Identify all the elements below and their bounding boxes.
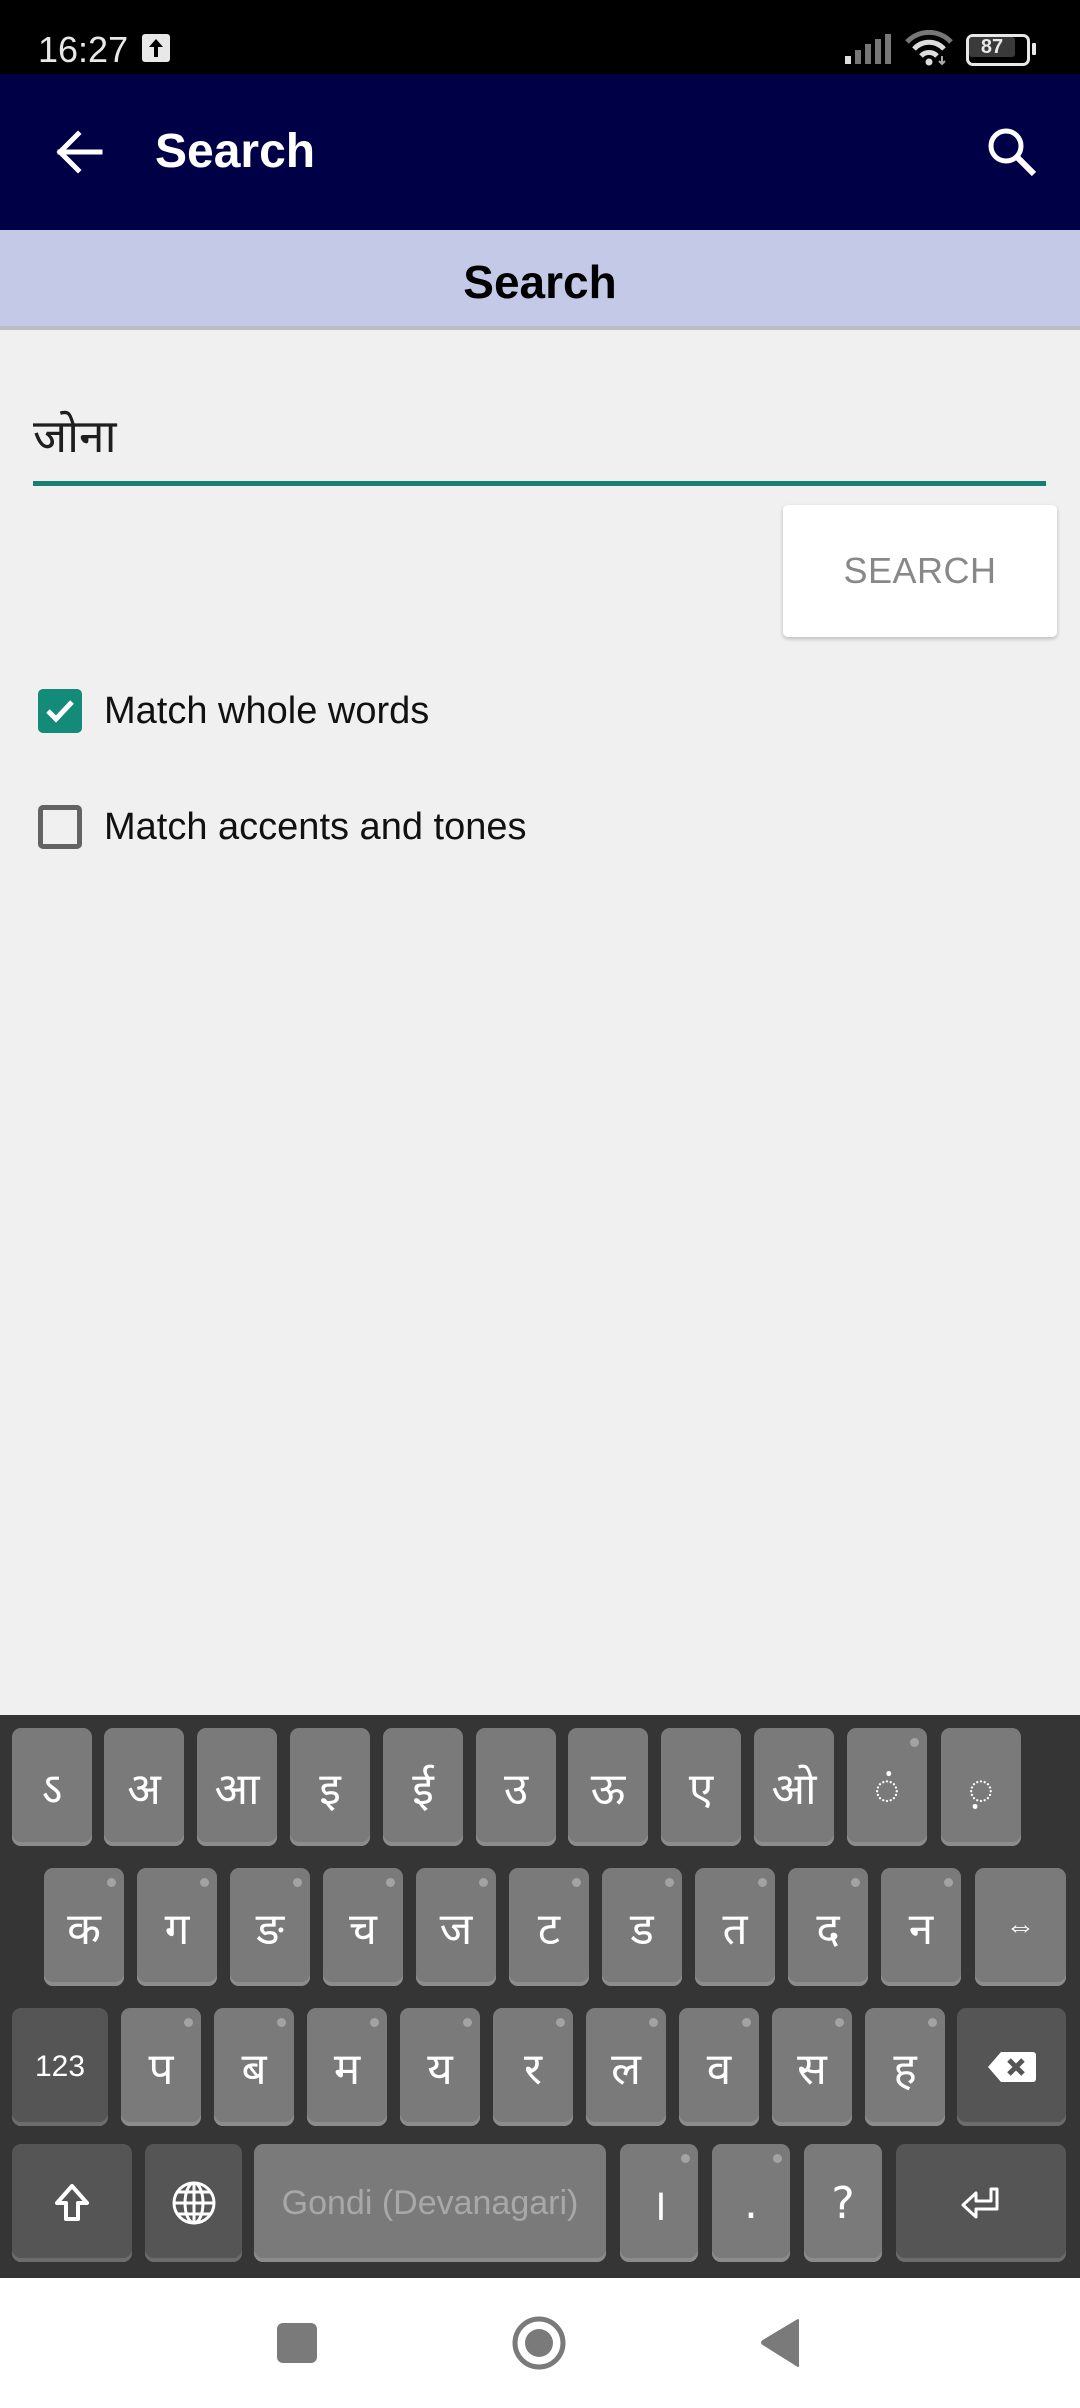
key[interactable]: क [44,1868,124,1986]
match-whole-words-checkbox[interactable] [38,689,82,733]
space-bar[interactable]: Gondi (Devanagari) [254,2144,606,2262]
key[interactable]: स [772,2008,852,2126]
app-title: Search [155,125,316,178]
shift-key[interactable] [12,2144,132,2262]
key[interactable]: ई [383,1728,463,1846]
key-zwj[interactable]: ⇔ [975,1868,1066,1986]
key[interactable]: ए [661,1728,741,1846]
battery-level: 87 [969,37,1015,57]
key[interactable]: ब [214,2008,294,2126]
key[interactable]: व [679,2008,759,2126]
key[interactable]: इ [290,1728,370,1846]
key[interactable]: त [695,1868,775,1986]
match-accents-option[interactable]: Match accents and tones [38,797,526,857]
key[interactable]: ऽ [12,1728,92,1846]
back-triangle-icon[interactable] [760,2318,800,2368]
key[interactable]: र [493,2008,573,2126]
key[interactable]: ङ [230,1868,310,1986]
search-button[interactable]: SEARCH [783,505,1057,637]
wifi-icon [904,29,954,66]
key[interactable]: आ [197,1728,277,1846]
key[interactable]: प [121,2008,201,2126]
backspace-icon [987,2052,1036,2082]
key[interactable]: ज [416,1868,496,1986]
key[interactable]: अ [104,1728,184,1846]
status-time: 16:27 [38,29,129,70]
key[interactable]: ट [509,1868,589,1986]
key[interactable]: च [323,1868,403,1986]
enter-icon [961,2187,999,2219]
recents-square-icon[interactable] [277,2323,317,2363]
question-key[interactable]: ? [804,2144,882,2262]
key[interactable]: न [881,1868,961,1986]
input-underline [33,481,1046,486]
key[interactable]: द [788,1868,868,1986]
language-key[interactable] [145,2144,242,2262]
battery-icon: 87 [966,34,1036,66]
match-whole-words-option[interactable]: Match whole words [38,681,429,741]
soft-keyboard: ऽ अ आ इ ई उ ऊ ए ओ ◌ं ◌़ क ग ङ च ज ट ड त … [0,1715,1080,2278]
cell-signal-icon [845,34,893,64]
home-circle-icon[interactable] [512,2316,566,2370]
section-header: Search [0,230,1080,330]
arrow-left-icon[interactable] [52,126,104,178]
key[interactable]: ल [586,2008,666,2126]
key[interactable]: ऊ [568,1728,648,1846]
key[interactable]: ग [137,1868,217,1986]
upload-arrow-icon [142,34,170,62]
magnifier-icon[interactable] [984,124,1040,180]
key[interactable]: य [400,2008,480,2126]
globe-icon [172,2181,215,2225]
shift-arrow-icon [55,2184,89,2221]
key[interactable]: ह [865,2008,945,2126]
key[interactable]: ◌ं [847,1728,927,1846]
search-input[interactable] [33,400,1046,470]
enter-key[interactable] [896,2144,1066,2262]
key[interactable]: ◌़ [941,1728,1021,1846]
section-title: Search [463,256,617,308]
match-accents-checkbox[interactable] [38,805,82,849]
match-whole-words-label: Match whole words [104,689,430,732]
numbers-key[interactable]: 123 [12,2008,108,2126]
key[interactable]: उ [476,1728,556,1846]
period-key[interactable]: . [712,2144,790,2262]
backspace-key[interactable] [957,2008,1066,2126]
danda-key[interactable]: । [620,2144,698,2262]
key[interactable]: म [307,2008,387,2126]
key[interactable]: ओ [754,1728,834,1846]
key[interactable]: ड [602,1868,682,1986]
match-accents-label: Match accents and tones [104,805,527,848]
